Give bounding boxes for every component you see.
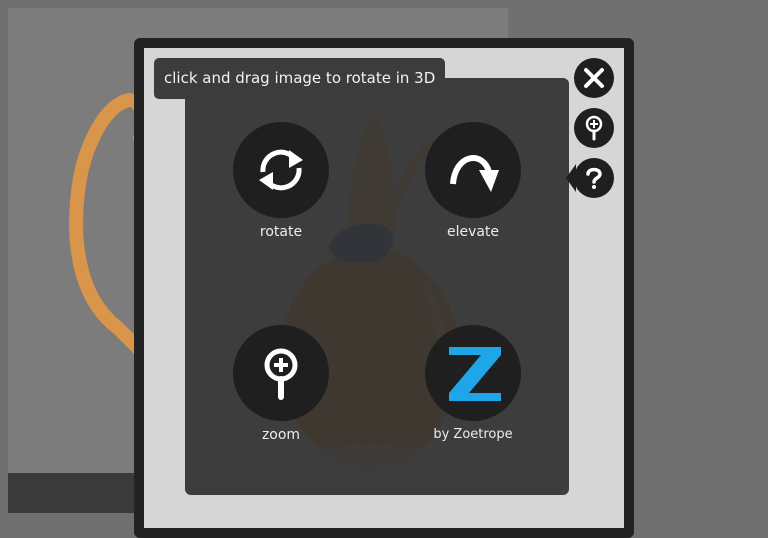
- help-icon: [586, 167, 602, 189]
- help-label-elevate: elevate: [446, 224, 500, 240]
- help-label-rotate: rotate: [259, 224, 303, 240]
- help-label-zoetrope: by Zoetrope: [433, 427, 513, 442]
- rotate-icon: [233, 122, 329, 218]
- help-item-zoetrope: by Zoetrope: [403, 325, 543, 442]
- zoom-button[interactable]: [574, 108, 614, 148]
- help-item-zoom: zoom: [211, 325, 351, 443]
- help-label-zoom: zoom: [261, 427, 301, 443]
- help-button[interactable]: [574, 158, 614, 198]
- help-item-rotate: rotate: [211, 122, 351, 240]
- elevate-icon: [425, 122, 521, 218]
- zoetrope-logo: [425, 325, 521, 421]
- rotate-tooltip: click and drag image to rotate in 3D: [154, 58, 446, 99]
- close-icon: [584, 68, 604, 88]
- zoom-icon: [233, 325, 329, 421]
- close-button[interactable]: [574, 58, 614, 98]
- zoom-icon: [585, 115, 603, 141]
- help-item-elevate: elevate: [403, 122, 543, 240]
